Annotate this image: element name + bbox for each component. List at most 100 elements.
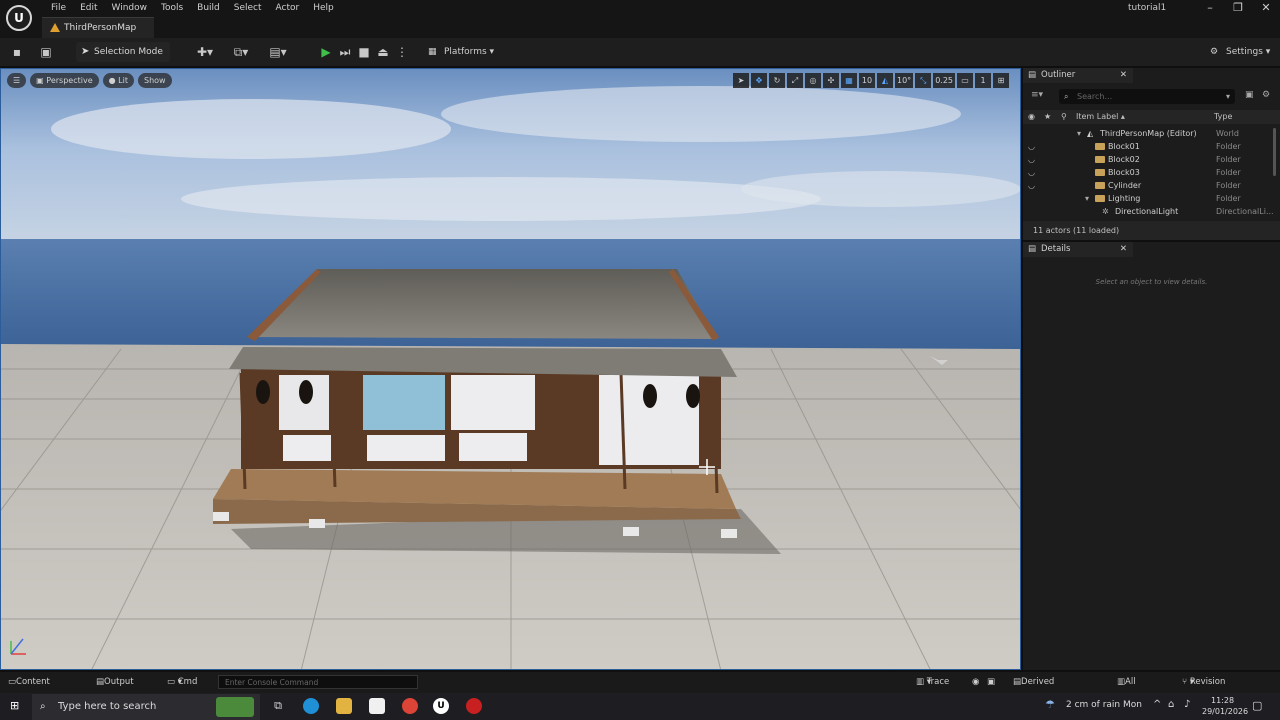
close-icon[interactable]: ✕ bbox=[1120, 68, 1127, 83]
outliner-row[interactable]: ◡ Block03 Folder bbox=[1023, 166, 1273, 179]
snapshot-icon[interactable]: ▣ bbox=[987, 672, 995, 693]
visibility-icon[interactable]: ◡ bbox=[1028, 179, 1035, 192]
unreal-engine-app-icon[interactable]: U bbox=[433, 698, 449, 714]
col-item-label[interactable]: Item Label ▴ bbox=[1076, 110, 1125, 124]
outliner-row[interactable]: ◡ Block01 Folder bbox=[1023, 140, 1273, 153]
selection-mode-button[interactable]: ➤ Selection Mode ▾ bbox=[76, 42, 170, 77]
add-actor-icon[interactable]: ✚▾ bbox=[194, 44, 216, 60]
record-icon[interactable]: ◉ bbox=[972, 672, 979, 693]
outliner-row[interactable]: ▾ Lighting Folder bbox=[1023, 192, 1273, 205]
menu-window[interactable]: Window bbox=[105, 2, 155, 16]
tab-outliner[interactable]: ▤ Outliner ✕ bbox=[1023, 68, 1133, 83]
file-explorer-icon[interactable] bbox=[336, 698, 352, 714]
close-icon[interactable]: ✕ bbox=[1120, 242, 1127, 257]
camera-speed-icon[interactable]: ▭ bbox=[957, 73, 973, 88]
rotation-snap-value[interactable]: 10° bbox=[895, 73, 914, 88]
trace-button[interactable]: ▥ Trace ▾ bbox=[916, 672, 949, 693]
tab-details[interactable]: ▤ Details ✕ bbox=[1023, 242, 1133, 257]
recording-app-icon[interactable] bbox=[466, 698, 482, 714]
rotate-tool-icon[interactable]: ↻ bbox=[769, 73, 785, 88]
stop-icon[interactable]: ■ bbox=[356, 44, 372, 60]
world-space-icon[interactable]: ◎ bbox=[805, 73, 821, 88]
outliner-row[interactable]: ▾ ◭ ThirdPersonMap (Editor) World bbox=[1023, 127, 1273, 140]
menu-edit[interactable]: Edit bbox=[73, 2, 104, 16]
menu-actor[interactable]: Actor bbox=[269, 2, 307, 16]
menu-select[interactable]: Select bbox=[227, 2, 269, 16]
map-tab[interactable]: ThirdPersonMap bbox=[42, 17, 154, 38]
lit-button[interactable]: ● Lit bbox=[102, 73, 134, 88]
main-toolbar: ▪ ▣ ➤ Selection Mode ▾ ✚▾ ⧉▾ ▤▾ ▶ ⏭ ■ ⏏ … bbox=[0, 38, 1280, 77]
notification-icon[interactable]: ▢ bbox=[1252, 699, 1262, 712]
output-log-button[interactable]: ▤ Output Log bbox=[96, 672, 134, 708]
viewport-toolbar-left: ☰ ▣ Perspective ● Lit Show bbox=[7, 73, 172, 89]
edge-icon[interactable] bbox=[303, 698, 319, 714]
settings-button[interactable]: ⚙ Settings ▾ bbox=[1210, 42, 1270, 62]
content-browser-icon[interactable]: ▣ bbox=[38, 44, 54, 60]
outliner-row[interactable]: ◡ Cylinder Folder bbox=[1023, 179, 1273, 192]
level-viewport[interactable]: ☰ ▣ Perspective ● Lit Show ➤ ✥ ↻ ⤢ ◎ ✣ ▦… bbox=[0, 68, 1021, 670]
col-type[interactable]: Type bbox=[1214, 110, 1232, 124]
menu-tools[interactable]: Tools bbox=[154, 2, 190, 16]
scale-tool-icon[interactable]: ⤢ bbox=[787, 73, 803, 88]
all-saved-button[interactable]: ▥ All Saved bbox=[1117, 672, 1151, 708]
show-button[interactable]: Show bbox=[137, 73, 172, 88]
viewport-menu-button[interactable]: ☰ bbox=[7, 73, 27, 88]
camera-speed-value[interactable]: 1 bbox=[975, 73, 991, 88]
outliner-row[interactable]: ✲ DirectionalLight DirectionalLi... bbox=[1023, 205, 1273, 217]
menu-help[interactable]: Help bbox=[306, 2, 341, 16]
surface-snap-icon[interactable]: ✣ bbox=[823, 73, 839, 88]
rotation-snap-icon[interactable]: ◭ bbox=[877, 73, 893, 88]
lit-label: Lit bbox=[118, 76, 128, 85]
weather-text[interactable]: 2 cm of rain Mon bbox=[1066, 700, 1142, 710]
console-input[interactable]: Enter Console Command bbox=[218, 675, 418, 689]
weather-icon[interactable]: ☂ bbox=[1045, 698, 1055, 711]
minimize-icon[interactable]: – bbox=[1200, 1, 1220, 14]
cmd-button[interactable]: ▭ Cmd ▾ bbox=[167, 672, 197, 693]
menu-build[interactable]: Build bbox=[190, 2, 227, 16]
scale-snap-icon[interactable]: ⤡ bbox=[915, 73, 932, 88]
clock-date[interactable]: 29/01/2026 bbox=[1202, 707, 1248, 716]
derived-data-button[interactable]: ▤ Derived Data bbox=[1013, 672, 1054, 708]
more-options-icon[interactable]: ⋮ bbox=[394, 44, 410, 60]
task-view-icon[interactable]: ⧉ bbox=[270, 698, 286, 714]
blueprint-icon[interactable]: ⧉▾ bbox=[230, 44, 252, 60]
tray-chevron-icon[interactable]: ^ bbox=[1153, 699, 1161, 710]
maximize-icon[interactable]: ❐ bbox=[1228, 1, 1248, 14]
menu-file[interactable]: File bbox=[44, 2, 73, 16]
windows-start-icon[interactable]: ⊞ bbox=[10, 700, 22, 712]
save-icon[interactable]: ▪ bbox=[9, 44, 25, 60]
level-icon: ◭ bbox=[1087, 129, 1094, 138]
platforms-button[interactable]: ▦ Platforms ▾ bbox=[428, 42, 494, 62]
network-icon[interactable]: ⌂ bbox=[1168, 699, 1174, 710]
scale-snap-value[interactable]: 0.25 bbox=[933, 73, 955, 88]
grid-snap-icon[interactable]: ▦ bbox=[841, 73, 857, 88]
select-tool-icon[interactable]: ➤ bbox=[733, 73, 749, 88]
outliner-row[interactable]: ◡ Block02 Folder bbox=[1023, 153, 1273, 166]
revision-control-button[interactable]: ⑂ Revision Control ▾ bbox=[1182, 672, 1225, 708]
row-type: World bbox=[1216, 129, 1239, 138]
clock-time[interactable]: 11:28 bbox=[1211, 696, 1234, 705]
grid-snap-value[interactable]: 10 bbox=[859, 73, 875, 88]
gear-icon[interactable]: ⚙ bbox=[1262, 90, 1270, 100]
filter-icon[interactable]: ≡▾ bbox=[1031, 90, 1043, 100]
store-icon[interactable] bbox=[369, 698, 385, 714]
visibility-icon[interactable]: ◡ bbox=[1028, 153, 1035, 166]
close-icon[interactable]: ✕ bbox=[1256, 1, 1276, 14]
viewport-layout-icon[interactable]: ⊞ bbox=[993, 73, 1009, 88]
perspective-button[interactable]: ▣ Perspective bbox=[30, 73, 99, 88]
outliner-scrollbar[interactable] bbox=[1273, 128, 1276, 176]
visibility-icon[interactable]: ◡ bbox=[1028, 166, 1035, 179]
volume-icon[interactable]: ♪ bbox=[1184, 699, 1190, 710]
add-folder-icon[interactable]: ▣ bbox=[1245, 90, 1254, 100]
eject-icon[interactable]: ⏏ bbox=[375, 44, 391, 60]
visibility-icon[interactable]: ◡ bbox=[1028, 140, 1035, 153]
step-icon[interactable]: ⏭ bbox=[337, 44, 353, 60]
cinematics-icon[interactable]: ▤▾ bbox=[266, 44, 290, 60]
outliner-search-input[interactable]: ⌕ Search... ▾ bbox=[1059, 89, 1235, 104]
unreal-logo-icon[interactable]: U bbox=[6, 5, 32, 31]
play-icon[interactable]: ▶ bbox=[318, 44, 334, 60]
taskbar-search-input[interactable]: ⌕ Type here to search bbox=[32, 694, 260, 720]
content-drawer-button[interactable]: ▭ Content Drawer bbox=[8, 672, 50, 708]
translate-tool-icon[interactable]: ✥ bbox=[751, 73, 767, 88]
chrome-icon[interactable] bbox=[402, 698, 418, 714]
